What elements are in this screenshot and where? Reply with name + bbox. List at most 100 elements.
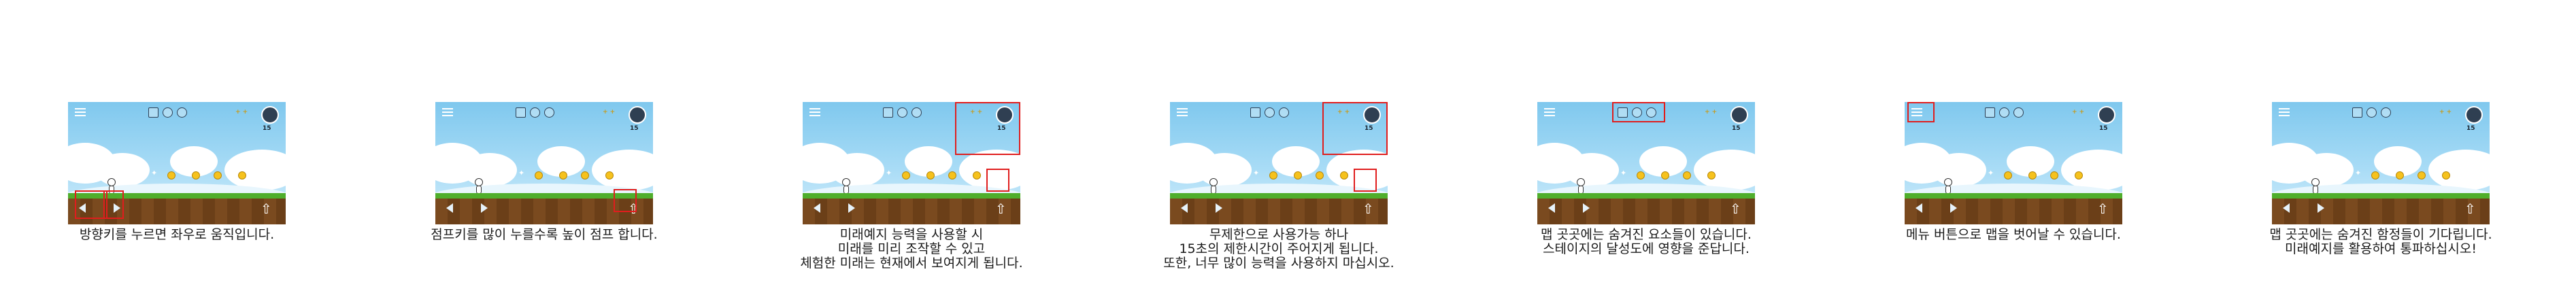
timer-icon[interactable] <box>261 106 279 124</box>
panel-caption: 점프키를 많이 누를수록 높이 점프 합니다. <box>408 228 680 242</box>
sparkle-icon: ✦ <box>151 169 158 177</box>
coin-icon <box>192 171 200 179</box>
jump-arrow-icon[interactable] <box>1725 200 1744 217</box>
coin-icon <box>559 171 567 179</box>
panel-caption: 미래예지 능력을 사용할 시 미래를 미리 조작할 수 있고 체험한 미래는 현재에… <box>775 228 1048 271</box>
coin-icon <box>1294 171 1302 179</box>
tutorial-panel-7: + + 15 ✦ 맵 곳곳에는 숨겨진 함정들이 기다립니다.미래예지를 활용하… <box>2269 102 2492 256</box>
grass-strip <box>1905 193 2122 199</box>
ability-slot-icon <box>2352 107 2362 118</box>
menu-icon[interactable] <box>442 107 453 117</box>
ability-slot-icon <box>177 107 187 118</box>
left-arrow-icon[interactable] <box>439 199 457 216</box>
right-arrow-icon[interactable] <box>475 199 492 216</box>
highlight-box <box>1322 102 1388 155</box>
player-character <box>1575 178 1585 194</box>
highlight-box <box>75 190 107 219</box>
ability-slots <box>516 107 559 118</box>
ability-slot-icon <box>516 107 526 118</box>
sparkle-icon: ✦ <box>1253 169 1260 177</box>
menu-icon[interactable] <box>2279 107 2290 117</box>
caption-line: 무제한으로 사용가능 하나 <box>1209 227 1349 242</box>
left-arrow-icon[interactable] <box>1174 199 1192 216</box>
coin-icon <box>2004 171 2012 179</box>
sparkle-icon: ✦ <box>1988 169 1994 177</box>
right-arrow-icon[interactable] <box>2311 199 2329 216</box>
highlight-box <box>1907 102 1935 122</box>
panel-caption: 맵 곳곳에는 숨겨진 요소들이 있습니다. 스테이지의 달성도에 영향을 준답니다… <box>1510 228 1782 256</box>
coin-icon <box>1316 171 1324 179</box>
right-arrow-icon[interactable] <box>1209 199 1227 216</box>
grass-strip <box>2272 193 2490 199</box>
sparkle-icon: ✦ <box>2355 169 2362 177</box>
coin-icon <box>214 171 222 179</box>
caption-line: 미래를 미리 조작할 수 있고 <box>837 241 986 256</box>
caption-line: 점프키를 많이 누를수록 높이 점프 합니다. <box>431 227 658 242</box>
highlight-box <box>986 169 1009 192</box>
timer-icon[interactable] <box>1730 106 1748 124</box>
right-arrow-icon[interactable] <box>1944 199 1962 216</box>
jump-arrow-icon[interactable] <box>2460 200 2479 217</box>
left-arrow-icon[interactable] <box>1909 199 1926 216</box>
cost-indicator: + + <box>1705 109 1718 116</box>
game-screen: + + 15 ✦ <box>1537 102 1755 224</box>
jump-arrow-icon[interactable] <box>1358 200 1377 217</box>
timer-icon[interactable] <box>629 106 646 124</box>
panel-caption: 방향키를 누르면 좌우로 움직입니다. <box>41 228 313 242</box>
ability-slot-icon <box>530 107 540 118</box>
ground-tiles <box>1537 199 1755 224</box>
game-screen: + + 15 ✦ <box>803 102 1020 224</box>
ability-slots <box>2352 107 2396 118</box>
timer-value: 15 <box>630 125 639 132</box>
menu-icon[interactable] <box>75 107 86 117</box>
highlight-box <box>1612 102 1665 122</box>
coin-icon <box>2371 171 2379 179</box>
coin-icon <box>238 171 246 179</box>
highlight-box <box>103 190 124 219</box>
left-arrow-icon[interactable] <box>1541 199 1559 216</box>
coin-icon <box>2075 171 2083 179</box>
menu-icon[interactable] <box>1544 107 1555 117</box>
menu-icon[interactable] <box>1177 107 1188 117</box>
timer-value: 15 <box>1732 125 1741 132</box>
tutorial-panel-6: + + 15 ✦ 메뉴 버튼으로 맵을 벗어날 수 있습니다. <box>1905 102 2122 242</box>
caption-line: 15초의 제한시간이 주어지게 됩니다. <box>1179 241 1379 256</box>
cost-indicator: + + <box>2072 109 2085 116</box>
game-screen: + + 15 ✦ <box>435 102 653 224</box>
ability-slot-icon <box>544 107 554 118</box>
caption-line: 체험한 미래는 현재에서 보여지게 됩니다. <box>800 256 1023 271</box>
sparkle-icon: ✦ <box>886 169 892 177</box>
ability-slot-icon <box>1985 107 1995 118</box>
jump-arrow-icon[interactable] <box>256 200 275 217</box>
caption-line: 방향키를 누르면 좌우로 움직입니다. <box>79 227 275 242</box>
coin-icon <box>926 171 935 179</box>
menu-icon[interactable] <box>809 107 820 117</box>
ability-slot-icon <box>1279 107 1289 118</box>
timer-value: 15 <box>2466 125 2475 132</box>
ability-slots <box>1250 107 1294 118</box>
game-screen: + + 15 ✦ <box>1905 102 2122 224</box>
left-arrow-icon[interactable] <box>807 199 824 216</box>
right-arrow-icon[interactable] <box>1577 199 1594 216</box>
jump-arrow-icon[interactable] <box>990 200 1009 217</box>
sparkle-icon: ✦ <box>1620 169 1627 177</box>
ability-slot-icon <box>1265 107 1275 118</box>
ability-slot-icon <box>2013 107 2024 118</box>
coin-icon <box>902 171 910 179</box>
panel-caption: 메뉴 버튼으로 맵을 벗어날 수 있습니다. <box>1877 228 2150 242</box>
timer-icon[interactable] <box>2098 106 2115 124</box>
player-character <box>841 178 850 194</box>
ability-slot-icon <box>163 107 173 118</box>
ground-tiles <box>803 199 1020 224</box>
timer-icon[interactable] <box>2465 106 2483 124</box>
caption-line: 미래예지를 활용하여 통파하십시오! <box>2285 241 2477 256</box>
right-arrow-icon[interactable] <box>842 199 860 216</box>
coin-icon <box>167 171 175 179</box>
coin-icon <box>2028 171 2037 179</box>
ability-slot-icon <box>2381 107 2391 118</box>
ability-slot-icon <box>1250 107 1260 118</box>
jump-arrow-icon[interactable] <box>2092 200 2111 217</box>
ground-tiles <box>1905 199 2122 224</box>
left-arrow-icon[interactable] <box>2276 199 2294 216</box>
caption-line: 맵 곳곳에는 숨겨진 요소들이 있습니다. <box>1541 227 1752 242</box>
